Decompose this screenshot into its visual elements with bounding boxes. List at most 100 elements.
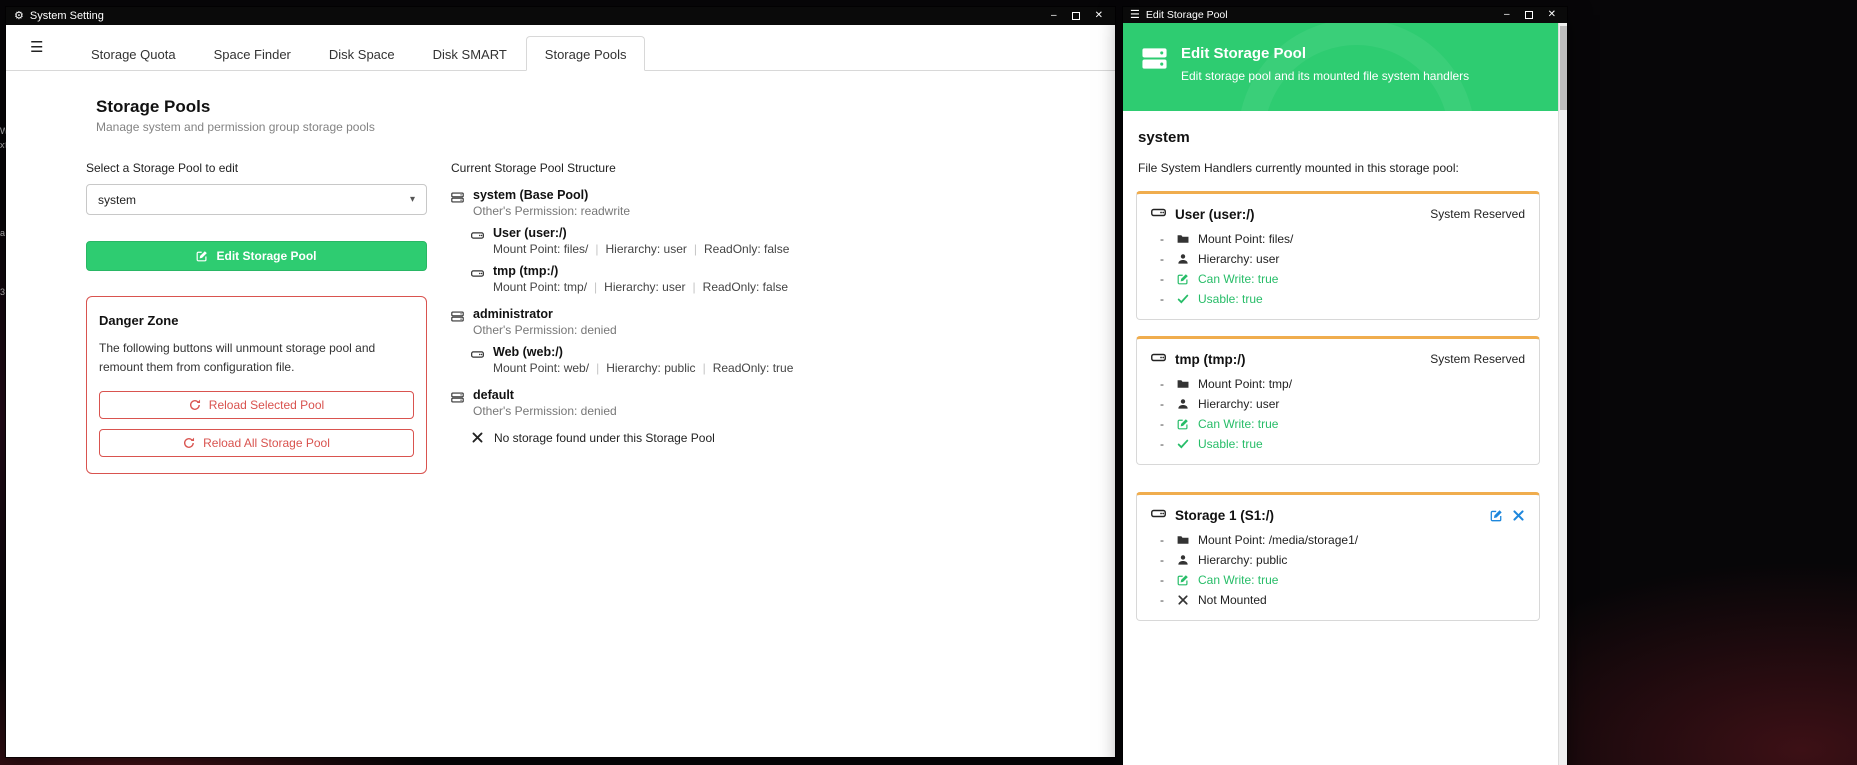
folder-icon <box>1177 377 1198 391</box>
scrollbar[interactable] <box>1558 23 1567 765</box>
pool-select[interactable]: system ▾ <box>86 184 427 215</box>
times-icon <box>471 431 484 445</box>
banner-subtitle: Edit storage pool and its mounted file s… <box>1181 69 1469 83</box>
pool-node: system (Base Pool) Other's Permission: r… <box>451 188 793 294</box>
handler-name: User (user:/) <box>1175 207 1255 222</box>
times-icon <box>1177 593 1198 607</box>
tab-disk-smart[interactable]: Disk SMART <box>414 36 526 71</box>
window-title: System Setting <box>30 10 104 22</box>
titlebar: ⚙ System Setting – ✕ <box>6 7 1115 25</box>
storage-details: Mount Point: web/Hierarchy: public ReadOn… <box>493 361 793 375</box>
handler-canwrite-label: Can Write: true <box>1198 417 1278 431</box>
handler-canwrite-label: Can Write: true <box>1198 573 1278 587</box>
storage-name: tmp (tmp:/) <box>493 264 788 278</box>
close-button[interactable]: ✕ <box>1548 10 1556 20</box>
storage-hierarchy: Hierarchy: user <box>606 242 687 256</box>
tab-disk-space[interactable]: Disk Space <box>310 36 414 71</box>
handler-hierarchy-row: Hierarchy: public <box>1151 553 1525 567</box>
system-reserved-badge: System Reserved <box>1430 207 1525 221</box>
handler-mount-label: Mount Point: /media/storage1/ <box>1198 533 1358 547</box>
handler-hierarchy-label: Hierarchy: public <box>1198 553 1287 567</box>
tab-storage-quota[interactable]: Storage Quota <box>72 36 195 71</box>
titlebar: ☰ Edit Storage Pool – ✕ <box>1123 7 1567 23</box>
user-icon <box>1177 553 1198 567</box>
storage-readonly: ReadOnly: false <box>703 280 788 294</box>
check-icon <box>1177 437 1198 451</box>
storage-mount: Mount Point: files/ <box>493 242 588 256</box>
storage-readonly: ReadOnly: false <box>704 242 789 256</box>
handler-hierarchy-label: Hierarchy: user <box>1198 252 1279 266</box>
empty-pool-label: No storage found under this Storage Pool <box>494 431 715 445</box>
tab-space-finder[interactable]: Space Finder <box>195 36 310 71</box>
window-title: Edit Storage Pool <box>1146 9 1228 21</box>
pool-name: administrator <box>473 307 617 321</box>
handler-mount-label: Mount Point: files/ <box>1198 232 1293 246</box>
maximize-button[interactable] <box>1525 11 1533 19</box>
remove-handler-button[interactable] <box>1512 509 1525 522</box>
edit-storage-pool-button[interactable]: Edit Storage Pool <box>86 241 427 271</box>
pool-name-heading: system <box>1138 129 1540 146</box>
gear-icon: ⚙ <box>14 11 24 22</box>
scrollbar-thumb[interactable] <box>1560 26 1567 110</box>
maximize-button[interactable] <box>1072 12 1080 20</box>
pool-select-value: system <box>98 193 136 207</box>
minimize-button[interactable]: – <box>1051 11 1057 21</box>
storage-hierarchy: Hierarchy: public <box>606 361 695 375</box>
handler-mount-label: Mount Point: tmp/ <box>1198 377 1292 391</box>
handler-status-label: Usable: true <box>1198 292 1263 306</box>
edit-icon <box>1177 272 1198 286</box>
handler-name: tmp (tmp:/) <box>1175 352 1245 367</box>
danger-zone-title: Danger Zone <box>99 313 414 328</box>
storage-node: tmp (tmp:/) Mount Point: tmp/Hierarchy: … <box>471 264 793 294</box>
header-banner: Edit Storage Pool Edit storage pool and … <box>1123 23 1558 111</box>
reload-all-pool-button[interactable]: Reload All Storage Pool <box>99 429 414 457</box>
tab-bar: ☰ Storage Quota Space Finder Disk Space … <box>6 25 1115 71</box>
handler-card-storage1: Storage 1 (S1:/) Mount Point: /media/sto… <box>1136 492 1540 621</box>
refresh-icon <box>189 398 201 412</box>
edit-storage-pool-window: ☰ Edit Storage Pool – ✕ Edit Storage Poo… <box>1123 7 1567 765</box>
storage-details: Mount Point: tmp/Hierarchy: userReadOnly… <box>493 280 788 294</box>
storage-pool-tree: system (Base Pool) Other's Permission: r… <box>451 188 793 445</box>
hdd-icon <box>1151 506 1166 524</box>
handler-status-label: Not Mounted <box>1198 593 1267 607</box>
maximize-icon <box>1525 11 1533 19</box>
handler-status-row: Usable: true <box>1151 437 1525 451</box>
server-icon <box>451 389 464 407</box>
reload-all-pool-label: Reload All Storage Pool <box>203 436 330 450</box>
edit-icon <box>1177 573 1198 587</box>
banner-title: Edit Storage Pool <box>1181 45 1469 63</box>
structure-title: Current Storage Pool Structure <box>451 161 793 175</box>
handlers-description: File System Handlers currently mounted i… <box>1138 161 1540 175</box>
handler-hierarchy-label: Hierarchy: user <box>1198 397 1279 411</box>
danger-zone-description: The following buttons will unmount stora… <box>99 339 411 376</box>
hdd-icon <box>471 346 484 364</box>
handler-mount-row: Mount Point: /media/storage1/ <box>1151 533 1525 547</box>
maximize-icon <box>1072 12 1080 20</box>
reload-selected-pool-label: Reload Selected Pool <box>209 398 324 412</box>
menu-icon[interactable]: ☰ <box>30 38 43 56</box>
page-title: Storage Pools <box>96 97 1085 117</box>
pool-name: system (Base Pool) <box>473 188 630 202</box>
storage-pools-page: Storage Pools Manage system and permissi… <box>6 71 1115 757</box>
user-icon <box>1177 397 1198 411</box>
edit-handler-button[interactable] <box>1490 509 1503 522</box>
storage-mount: Mount Point: web/ <box>493 361 589 375</box>
hdd-icon <box>1151 205 1166 223</box>
handler-card-user: User (user:/) System Reserved Mount Poin… <box>1136 191 1540 320</box>
storage-readonly: ReadOnly: true <box>713 361 794 375</box>
tab-storage-pools[interactable]: Storage Pools <box>526 36 646 71</box>
minimize-button[interactable]: – <box>1504 10 1510 20</box>
handler-mount-row: Mount Point: files/ <box>1151 232 1525 246</box>
handler-hierarchy-row: Hierarchy: user <box>1151 252 1525 266</box>
storage-pool-icon <box>1141 45 1168 77</box>
desktop-icon-label-fragment: 3 <box>0 287 5 297</box>
close-button[interactable]: ✕ <box>1095 11 1103 21</box>
chevron-down-icon: ▾ <box>410 194 415 205</box>
handler-status-row: Usable: true <box>1151 292 1525 306</box>
folder-icon <box>1177 232 1198 246</box>
edit-pool-panel: Edit Storage Pool Edit storage pool and … <box>1123 23 1567 765</box>
pool-permission: Other's Permission: denied <box>473 323 617 337</box>
desktop-icon-label-fragment: a <box>0 228 5 238</box>
system-reserved-badge: System Reserved <box>1430 352 1525 366</box>
reload-selected-pool-button[interactable]: Reload Selected Pool <box>99 391 414 419</box>
